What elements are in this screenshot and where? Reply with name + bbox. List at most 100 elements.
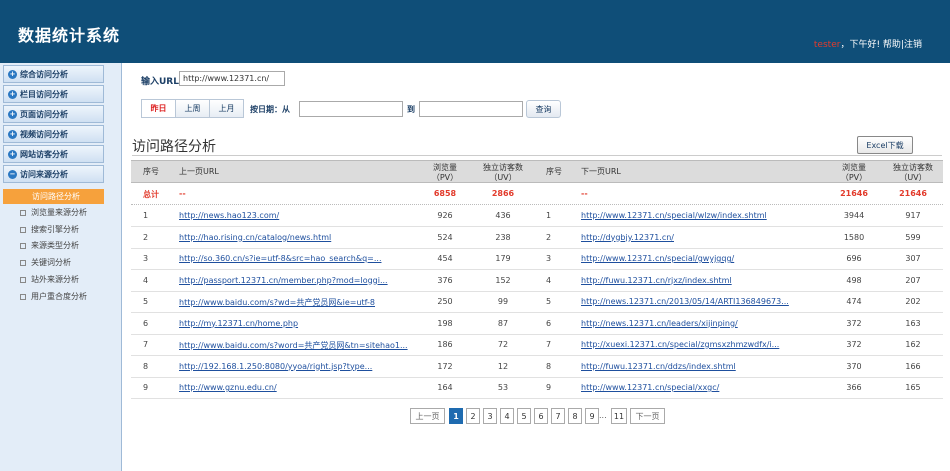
cell-index: 2 xyxy=(143,232,149,242)
sub-source-type[interactable]: 来源类型分析 xyxy=(20,240,79,251)
page-3-button[interactable]: 3 xyxy=(483,408,497,424)
cell-prev-uv: 87 xyxy=(497,318,509,328)
box-icon xyxy=(20,276,26,283)
next-url-link[interactable]: http://www.12371.cn/special/gwyjgqg/ xyxy=(581,254,821,263)
box-icon xyxy=(20,242,26,249)
prev-page-button[interactable]: 上一页 xyxy=(410,408,445,424)
next-page-button[interactable]: 下一页 xyxy=(630,408,665,424)
cell-index-2: 1 xyxy=(546,211,552,220)
next-url-link[interactable]: http://fuwu.12371.cn/rjxz/index.shtml xyxy=(581,276,821,285)
next-url-link[interactable]: http://fuwu.12371.cn/ddzs/index.shtml xyxy=(581,362,821,371)
prev-url-link[interactable]: http://192.168.1.250:8080/yyoa/right.jsp… xyxy=(179,362,411,371)
cell-next-pv: 3944 xyxy=(843,211,865,220)
cell-index: 8 xyxy=(143,361,149,371)
sub-external-source[interactable]: 站外来源分析 xyxy=(20,274,79,285)
cell-prev-pv: 172 xyxy=(437,361,453,371)
cell-index: 3 xyxy=(143,254,149,263)
prev-url-link[interactable]: http://www.gznu.edu.cn/ xyxy=(179,383,411,392)
table-row: 3 http://so.360.cn/s?ie=utf-8&src=hao_sea… xyxy=(131,249,943,270)
by-date-label: 按日期：从 xyxy=(250,105,290,114)
page-4-button[interactable]: 4 xyxy=(500,408,514,424)
end-date-input[interactable] xyxy=(419,101,523,117)
next-url-link[interactable]: http://www.12371.cn/special/xxgc/ xyxy=(581,383,821,392)
cell-index: 4 xyxy=(143,275,149,285)
box-icon xyxy=(20,293,26,300)
yesterday-button[interactable]: 昨日 xyxy=(141,99,176,118)
menu-column[interactable]: + 栏目访问分析 xyxy=(3,85,104,103)
page-8-button[interactable]: 8 xyxy=(568,408,582,424)
col-index-2: 序号 xyxy=(546,167,562,176)
last-week-button[interactable]: 上周 xyxy=(175,99,210,118)
start-date-input[interactable] xyxy=(299,101,403,117)
menu-visitor[interactable]: + 网站访客分析 xyxy=(3,145,104,163)
menu-video[interactable]: + 视频访问分析 xyxy=(3,125,104,143)
table-row: 6 http://my.12371.cn/home.php 198 87 6 http:/… xyxy=(131,314,943,335)
cell-next-pv: 696 xyxy=(846,254,862,263)
next-url-link[interactable]: http://xuexi.12371.cn/special/zgmsxzhmzw… xyxy=(581,340,821,349)
prev-url-link[interactable]: http://so.360.cn/s?ie=utf-8&src=hao_sear… xyxy=(179,254,411,263)
table-row: 5 http://www.baidu.com/s?wd=共产党员网&ie=utf-… xyxy=(131,292,943,313)
page-last[interactable]: 11 xyxy=(611,408,627,424)
prev-url-link[interactable]: http://www.baidu.com/s?word=共产党员网&tn=sit… xyxy=(179,340,411,351)
next-url-link[interactable]: http://news.12371.cn/2013/05/14/ARTI1368… xyxy=(581,297,821,306)
username: tester xyxy=(813,40,841,50)
page-9-button[interactable]: 9 xyxy=(585,408,599,424)
menu-comprehensive[interactable]: + 综合访问分析 xyxy=(3,65,104,83)
menu-page[interactable]: + 页面访问分析 xyxy=(3,105,104,123)
page-2-button[interactable]: 2 xyxy=(466,408,480,424)
box-icon xyxy=(20,209,26,216)
to-label: 到 xyxy=(407,105,415,114)
table-row: 8 http://192.168.1.250:8080/yyoa/right.js… xyxy=(131,357,943,378)
cell-prev-uv: 436 xyxy=(495,211,511,220)
help-link[interactable]: 帮助 xyxy=(883,40,901,50)
sub-path-analysis[interactable]: 访问路径分析 xyxy=(3,189,104,204)
sub-keyword[interactable]: 关键词分析 xyxy=(20,257,71,268)
menu-source[interactable]: − 访问来源分析 xyxy=(3,165,104,183)
prev-url-link[interactable]: http://my.12371.cn/home.php xyxy=(179,319,411,328)
cell-index: 9 xyxy=(143,383,149,392)
table-row: 1 http://news.hao123.com/926 436 1 http://ww… xyxy=(131,206,943,227)
prev-url-link[interactable]: http://www.baidu.com/s?wd=共产党员网&ie=utf-8 xyxy=(179,297,411,308)
cell-next-pv: 474 xyxy=(846,297,862,306)
col-prev-uv: 独立访客数 （UV） xyxy=(483,163,523,182)
prev-url-link[interactable]: http://news.hao123.com/ xyxy=(179,211,411,220)
prev-url-link[interactable]: http://passport.12371.cn/member.php?mod=… xyxy=(179,276,411,285)
cell-index-2: 9 xyxy=(546,383,552,392)
page-1-button[interactable]: 1 xyxy=(449,408,463,424)
col-index: 序号 xyxy=(143,167,159,176)
greeting: ，下午好! xyxy=(840,40,881,50)
plus-icon: + xyxy=(8,69,17,79)
page-7-button[interactable]: 7 xyxy=(551,408,565,424)
next-url-link[interactable]: http://news.12371.cn/leaders/xijinping/ xyxy=(581,319,821,328)
page-5-button[interactable]: 5 xyxy=(517,408,531,424)
next-url-link[interactable]: http://www.12371.cn/special/wlzw/index.s… xyxy=(581,211,821,220)
cell-next-uv: 917 xyxy=(905,211,921,220)
logout-link[interactable]: 注销 xyxy=(904,40,922,50)
sub-search-engine[interactable]: 搜索引擎分析 xyxy=(20,224,79,235)
url-input[interactable] xyxy=(179,71,285,86)
cell-prev-pv: 376 xyxy=(437,275,453,285)
next-url-link[interactable]: http://dygbjy.12371.cn/ xyxy=(581,233,821,242)
page-6-button[interactable]: 6 xyxy=(534,408,548,424)
top-header: 数据统计系统 tester，下午好! 帮助|注销 xyxy=(0,0,950,63)
cell-next-uv: 307 xyxy=(905,254,921,263)
cell-index: 1 xyxy=(143,211,149,220)
cell-next-pv: 372 xyxy=(846,340,862,349)
query-button[interactable]: 查询 xyxy=(526,100,561,118)
cell-prev-uv: 12 xyxy=(497,361,509,371)
last-month-button[interactable]: 上月 xyxy=(209,99,244,118)
cell-index-2: 6 xyxy=(546,318,552,328)
cell-prev-uv: 238 xyxy=(495,232,511,242)
cell-next-pv: 370 xyxy=(846,361,862,371)
col-next-pv: 浏览量 （PV） xyxy=(840,163,868,182)
sub-user-overlap[interactable]: 用户重合度分析 xyxy=(20,291,87,302)
col-next-uv: 独立访客数 （UV） xyxy=(893,163,933,182)
excel-download-button[interactable]: Excel下载 xyxy=(857,136,913,154)
cell-index: 7 xyxy=(143,340,149,349)
cell-index-2: 5 xyxy=(546,297,552,306)
cell-prev-uv: 179 xyxy=(495,254,511,263)
cell-prev-pv: 186 xyxy=(437,340,453,349)
prev-url-link[interactable]: http://hao.rising.cn/catalog/news.html xyxy=(179,233,411,242)
cell-index-2: 8 xyxy=(546,361,552,371)
sub-pv-source[interactable]: 浏览量来源分析 xyxy=(20,207,87,218)
